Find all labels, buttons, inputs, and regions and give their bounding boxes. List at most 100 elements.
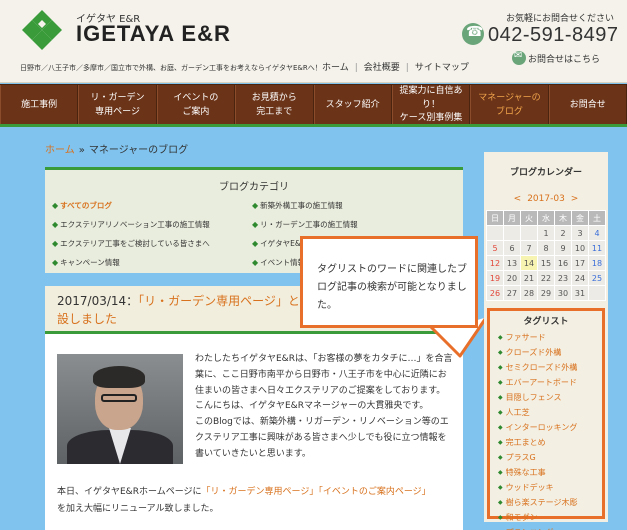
tag-item[interactable]: 人工芝	[498, 406, 577, 421]
regarden-link[interactable]: 「リ・ガーデン専用ページ」	[202, 487, 319, 497]
calendar-day[interactable]: 13	[503, 255, 521, 271]
calendar-day[interactable]: 26	[486, 285, 504, 301]
phone-number[interactable]: 042-591-8497	[488, 24, 619, 47]
article-paragraph: わたしたちイゲタヤE&Rは、「お客様の夢をカタチに…」を合言葉に、ここ日野市南平…	[195, 354, 453, 396]
tag-item[interactable]: セミクローズド外構	[498, 361, 578, 376]
calendar-day[interactable]: 28	[520, 285, 538, 301]
nav-item-events[interactable]: イベントの ご案内	[156, 85, 236, 124]
tag-item[interactable]: 樹ら楽ステージ木彫	[498, 496, 578, 511]
weekday-header: 土	[588, 210, 606, 226]
manager-photo	[57, 354, 183, 464]
calendar-day[interactable]: 19	[486, 270, 504, 286]
calendar-day[interactable]: 10	[571, 240, 589, 256]
calendar-day[interactable]: 23	[554, 270, 572, 286]
tag-list-panel: タグリスト ファサードクローズド外構セミクローズド外構エバーアートボード目隠しフ…	[487, 308, 605, 530]
breadcrumb-separator: »	[78, 145, 85, 156]
calendar-day[interactable]: 22	[537, 270, 555, 286]
contact-link[interactable]: お問合せはこちら	[528, 52, 600, 65]
tag-item[interactable]: プラスG	[498, 451, 577, 466]
article-announcement: 本日、イゲタヤE&Rホームページに「リ・ガーデン専用ページ」「イベントのご案内ペ…	[57, 487, 431, 515]
calendar-prev-button[interactable]: <	[514, 194, 522, 204]
tag-item[interactable]: 特殊な工事	[498, 466, 577, 481]
nav-item-estimate[interactable]: お見積から 完工まで	[235, 85, 314, 124]
category-item[interactable]: ◆ 新築外構工事の施工情報	[252, 200, 343, 211]
article-date: 2017/03/14：	[57, 294, 139, 308]
category-item[interactable]: ◆ イゲタヤE&R	[252, 238, 306, 249]
calendar-day[interactable]: 9	[554, 240, 572, 256]
category-title: ブログカテゴリ	[219, 182, 289, 193]
nav-item-cases[interactable]: 提案力に自信あり！ ケース別事例集	[391, 85, 471, 124]
calendar-day[interactable]: 14	[520, 255, 538, 271]
article-title[interactable]: 「リ・ガーデン専用ページ」と	[138, 294, 300, 308]
category-item[interactable]: ◆ エクステリアリノベーション工事の施工情報	[52, 219, 210, 230]
calendar-next-button[interactable]: >	[571, 194, 579, 204]
calendar-day[interactable]: 4	[588, 225, 606, 241]
calendar-day[interactable]: 18	[588, 255, 606, 271]
nav-item-regarden[interactable]: リ・ガーデン 専用ページ	[78, 85, 157, 124]
calendar-day[interactable]: 27	[503, 285, 521, 301]
calendar-day[interactable]: 2	[554, 225, 572, 241]
calendar-day[interactable]: 15	[537, 255, 555, 271]
tag-item[interactable]: プランニング	[498, 526, 577, 530]
sidebar: ブログカレンダー <2017-03 > 日 月 火 水 木 金 土 1234567…	[484, 152, 608, 530]
article-paragraph: こんにちは、イゲタヤE&Rマネージャーの大貫雅央です。	[195, 401, 429, 412]
top-nav-home[interactable]: ホーム	[322, 63, 349, 73]
article-body: わたしたちイゲタヤE&Rは、「お客様の夢をカタチに…」を合言葉に、ここ日野市南平…	[195, 352, 455, 462]
calendar-day[interactable]: 21	[520, 270, 538, 286]
calendar-day[interactable]: 12	[486, 255, 504, 271]
nav-item-blog[interactable]: マネージャーの ブログ	[470, 85, 549, 124]
calendar-nav: <2017-03 >	[484, 194, 608, 204]
calendar-day[interactable]: 11	[588, 240, 606, 256]
calendar-day[interactable]: 1	[537, 225, 555, 241]
calendar-day[interactable]: 25	[588, 270, 606, 286]
calendar-day[interactable]: 5	[486, 240, 504, 256]
nav-item-works[interactable]: 施工事例	[0, 85, 79, 124]
diamond-icon: ◆	[52, 258, 59, 267]
breadcrumb-home[interactable]: ホーム	[45, 145, 75, 156]
calendar-day[interactable]: 6	[503, 240, 521, 256]
category-item[interactable]: ◆ イベント情報	[252, 257, 305, 268]
mail-icon	[512, 50, 526, 65]
calendar-day[interactable]: 29	[537, 285, 555, 301]
calendar-week-row: 19 20 21 22 23 24 25	[486, 270, 606, 286]
calendar-day	[520, 225, 538, 241]
calendar-day[interactable]: 3	[571, 225, 589, 241]
nav-item-contact[interactable]: お問合せ	[548, 85, 627, 124]
site-header: イゲタヤ E&R IGETAYA E&R 日野市／八王子市／多摩市／国立市で外構…	[0, 0, 627, 83]
nav-item-staff[interactable]: スタッフ紹介	[313, 85, 392, 124]
tag-item[interactable]: エバーアートボード	[498, 376, 577, 391]
calendar-day[interactable]: 20	[503, 270, 521, 286]
tag-list: ファサードクローズド外構セミクローズド外構エバーアートボード目隠しフェンス人工芝…	[498, 331, 578, 530]
tag-item[interactable]: ウッドデッキ	[498, 481, 577, 496]
tag-item[interactable]: 和モダン	[498, 511, 577, 526]
tag-item[interactable]: ファサード	[498, 331, 577, 346]
main-nav: 施工事例 リ・ガーデン 専用ページ イベントの ご案内 お見積から 完工まで ス…	[0, 84, 627, 127]
article-paragraph: このBlogでは、新築外構・リガーデン・リノベーション等のエクステリア工事に興味…	[195, 417, 449, 459]
article-title-cont[interactable]: 設しました	[57, 312, 117, 326]
weekday-header: 日	[486, 210, 504, 226]
calendar-day[interactable]: 8	[537, 240, 555, 256]
logo-icon[interactable]	[22, 10, 62, 50]
logo-title[interactable]: IGETAYA E&R	[76, 21, 231, 47]
category-item[interactable]: ◆ キャンペーン情報	[52, 257, 120, 268]
calendar-day[interactable]: 31	[571, 285, 589, 301]
category-item[interactable]: ◆ リ・ガーデン工事の施工情報	[252, 219, 358, 230]
top-nav-sitemap[interactable]: サイトマップ	[415, 63, 469, 73]
tag-item[interactable]: クローズド外構	[498, 346, 577, 361]
category-item[interactable]: ◆ エクステリア工事をご検討している皆さまへ	[52, 238, 210, 249]
calendar-day[interactable]: 30	[554, 285, 572, 301]
calendar-day[interactable]: 7	[520, 240, 538, 256]
events-link[interactable]: 「イベントのご案内ページ」	[318, 487, 430, 497]
calendar-day	[486, 225, 504, 241]
diamond-icon: ◆	[52, 201, 59, 210]
calendar-day[interactable]: 17	[571, 255, 589, 271]
calendar-day[interactable]: 24	[571, 270, 589, 286]
category-item[interactable]: ◆ すべてのブログ	[52, 200, 112, 211]
calendar-day[interactable]: 16	[554, 255, 572, 271]
tagline: 日野市／八王子市／多摩市／国立市で外構、お庭、ガーデン工事をお考えならイゲタヤE…	[20, 64, 322, 72]
tag-item[interactable]: 目隠しフェンス	[498, 391, 577, 406]
calendar-week-row: 5 6 7 8 9 10 11	[486, 240, 606, 256]
tag-item[interactable]: 完工まとめ	[498, 436, 577, 451]
tag-item[interactable]: インターロッキング	[498, 421, 578, 436]
top-nav-company[interactable]: 会社概要	[364, 63, 400, 73]
